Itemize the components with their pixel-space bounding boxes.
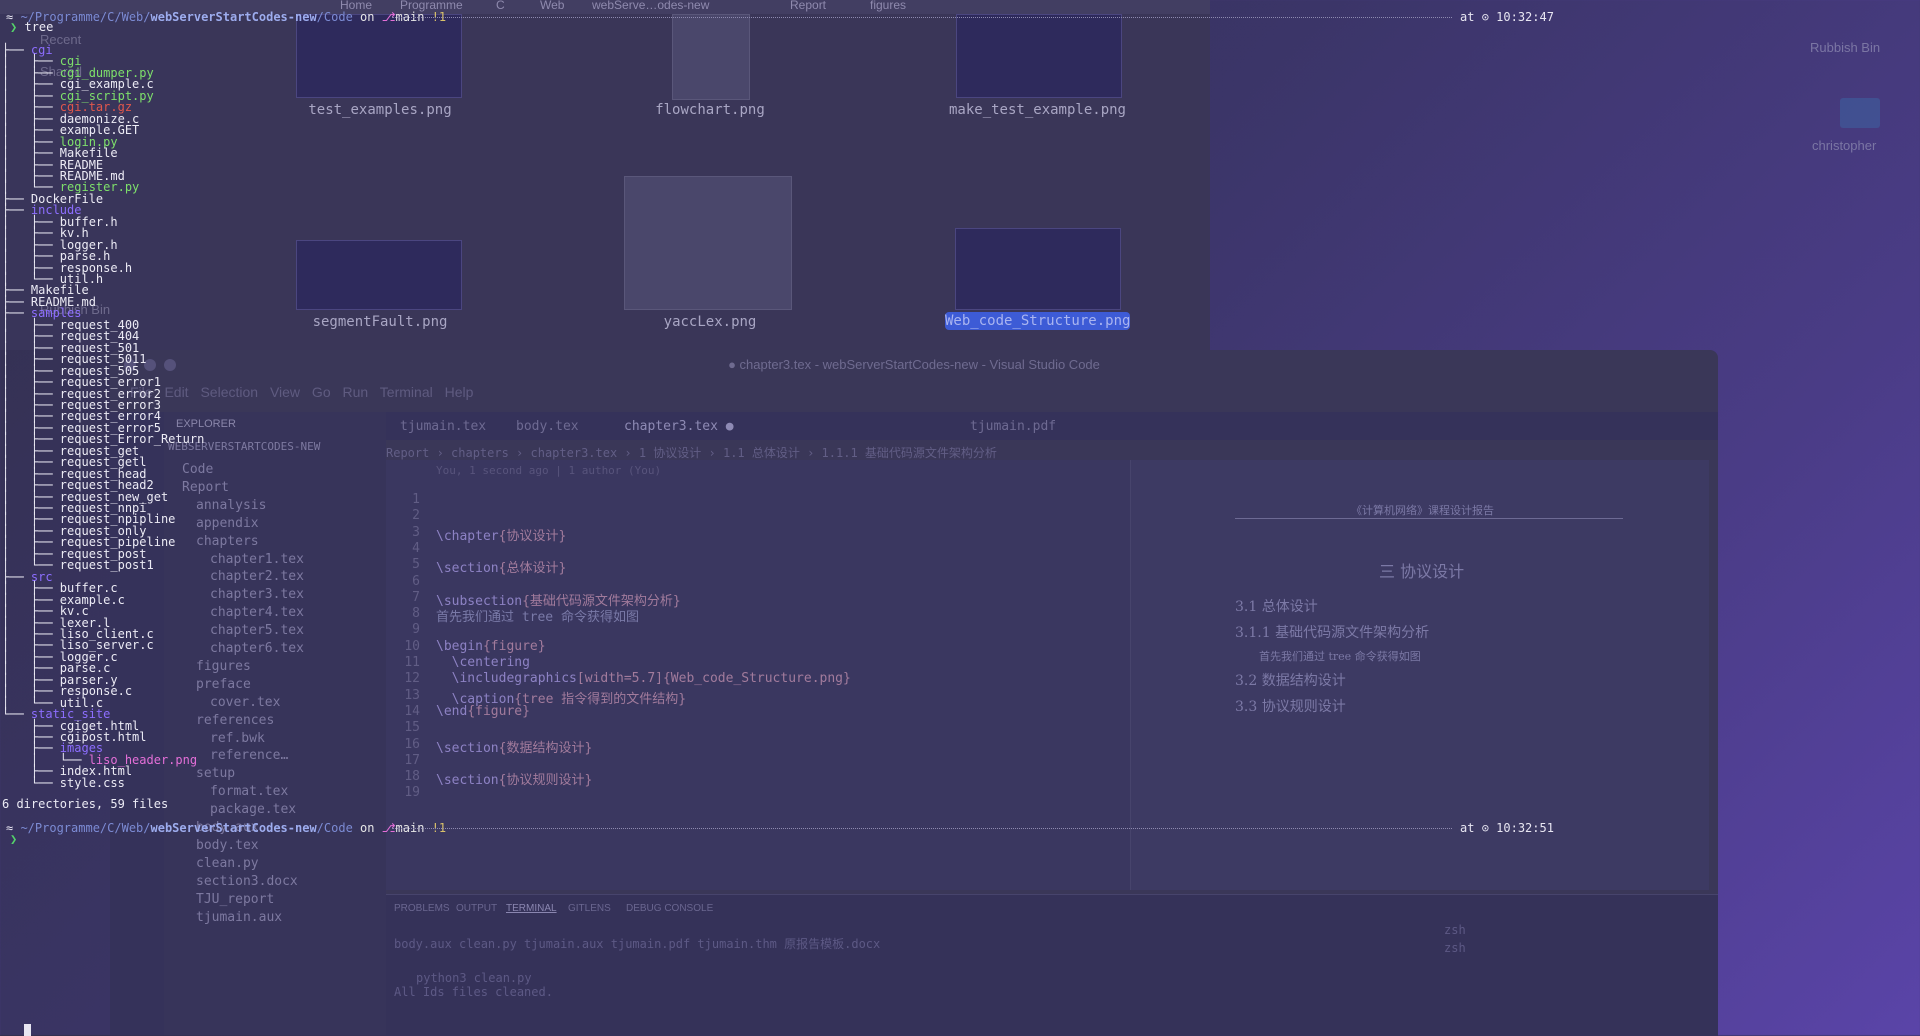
clock-icon: ⊙ xyxy=(1481,821,1489,835)
input-line[interactable]: ❯ xyxy=(10,832,17,846)
prompt-bottom: ≈ ~/Programme/C/Web/webServerStartCodes-… xyxy=(6,821,447,835)
tree-entry-name: style.css xyxy=(59,775,125,790)
prompt-chevron-icon: ❯ xyxy=(10,20,18,34)
prompt-filler xyxy=(392,17,1452,18)
prompt-time-bottom: at ⊙ 10:32:51 xyxy=(1460,821,1554,835)
text-cursor xyxy=(24,1024,31,1036)
terminal-window[interactable]: ≈ ~/Programme/C/Web/webServerStartCodes-… xyxy=(0,0,1920,1036)
tree-branch-glyph: └── xyxy=(2,775,60,790)
prompt-filler xyxy=(392,828,1452,829)
prompt-chevron-icon: ❯ xyxy=(10,832,18,846)
prompt-time-top: at ⊙ 10:32:47 xyxy=(1460,10,1554,24)
tree-summary: 6 directories, 59 files xyxy=(2,797,169,811)
prompt-top: ≈ ~/Programme/C/Web/webServerStartCodes-… xyxy=(6,10,447,24)
tree-entry-name: request_post1 xyxy=(59,558,154,573)
command-line: ❯ tree xyxy=(10,20,54,34)
clock-icon: ⊙ xyxy=(1481,10,1489,24)
tree-line: └── style.css xyxy=(2,776,125,790)
